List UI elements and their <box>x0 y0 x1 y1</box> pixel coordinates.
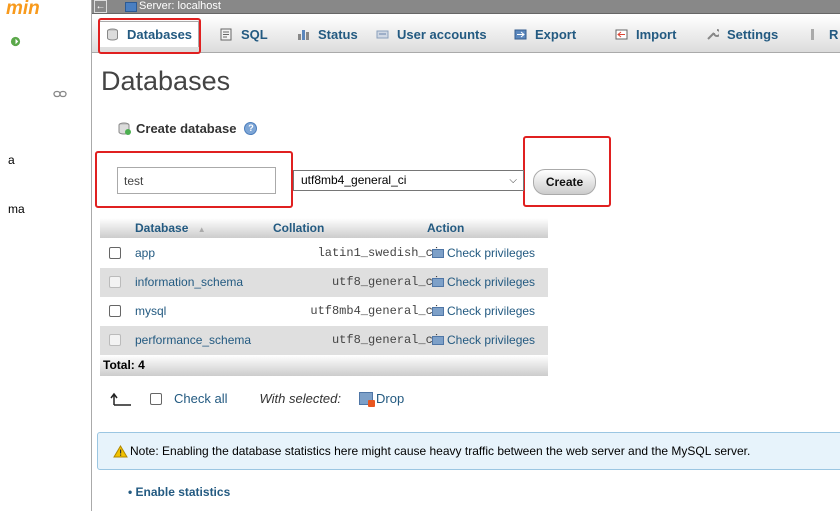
tab-sql[interactable]: SQL <box>220 21 268 47</box>
enable-statistics-link[interactable]: • Enable statistics <box>128 485 230 499</box>
tab-label: SQL <box>241 26 268 42</box>
row-checkbox[interactable] <box>109 247 121 259</box>
bulk-actions: Check all With selected: Drop <box>110 391 404 407</box>
database-name-link[interactable]: mysql <box>135 304 166 318</box>
arrow-up-left-icon <box>110 392 131 406</box>
warning-icon <box>113 444 128 457</box>
check-all-label[interactable]: Check all <box>174 391 227 406</box>
sort-asc-icon: ▲ <box>197 225 206 234</box>
collation-cell: utf8_general_ci <box>331 275 440 289</box>
help-icon[interactable]: ? <box>244 122 258 135</box>
header-action: Action <box>427 221 465 235</box>
tab-label: Import <box>636 26 677 42</box>
logo[interactable]: min <box>6 0 40 20</box>
users-icon <box>376 30 389 38</box>
new-database-icon <box>118 122 131 135</box>
collation-cell: latin1_swedish_ci <box>317 246 440 260</box>
page-title: Databases <box>101 66 231 96</box>
header-collation[interactable]: Collation <box>273 221 324 235</box>
check-privileges-link[interactable]: Check privileges <box>432 304 535 318</box>
create-database-header: Create database ? <box>118 121 258 136</box>
table-total: Total: 4 <box>100 355 548 376</box>
table-row: information_schema utf8_general_ci Check… <box>100 268 548 297</box>
drop-button[interactable]: Drop <box>376 391 404 406</box>
export-icon <box>514 29 527 39</box>
tab-label: Export <box>535 26 577 42</box>
tab-label: User accounts <box>397 26 487 42</box>
tab-label: Databases <box>127 27 193 42</box>
tab-label: R <box>829 26 839 42</box>
privileges-icon <box>432 335 444 345</box>
tab-label: Settings <box>727 26 779 42</box>
tab-label: Status <box>318 26 358 42</box>
status-icon <box>298 29 309 40</box>
link-icon[interactable] <box>53 90 67 98</box>
table-row: performance_schema utf8_general_ci Check… <box>100 326 548 355</box>
create-database-label: Create database <box>136 121 237 136</box>
row-checkbox[interactable] <box>109 276 121 288</box>
table-row: app latin1_swedish_ci Check privileges <box>100 239 548 268</box>
tab-databases[interactable]: Databases <box>99 21 200 47</box>
check-all-checkbox[interactable] <box>150 392 162 405</box>
privileges-icon <box>432 277 444 287</box>
tab-replication[interactable]: R <box>808 21 838 47</box>
collapse-arrow-icon[interactable]: ← <box>94 0 107 13</box>
tab-settings[interactable]: Settings <box>706 21 778 47</box>
statistics-notice: Note: Enabling the database statistics h… <box>97 432 840 470</box>
tab-user-accounts[interactable]: User accounts <box>376 21 487 47</box>
privileges-icon <box>432 306 444 316</box>
left-navigation: min a ma <box>0 0 92 511</box>
table-header: Database ▲ Collation Action <box>100 218 548 238</box>
tab-export[interactable]: Export <box>514 21 576 47</box>
database-name-link[interactable]: information_schema <box>135 275 243 289</box>
check-privileges-link[interactable]: Check privileges <box>432 333 535 347</box>
notice-text: Note: Enabling the database statistics h… <box>130 444 751 458</box>
collation-select-value: utf8mb4_general_ci <box>301 173 407 187</box>
tab-import[interactable]: Import <box>615 21 676 47</box>
with-selected-label: With selected: <box>259 391 341 406</box>
tab-status[interactable]: Status <box>297 21 358 47</box>
collation-select[interactable]: utf8mb4_general_ci ⌵ <box>293 170 524 191</box>
database-icon <box>107 28 118 41</box>
collation-cell: utf8mb4_general_ci <box>310 304 440 318</box>
header-database[interactable]: Database ▲ <box>135 221 206 235</box>
nav-item-partial[interactable]: ma <box>8 202 25 216</box>
table-row: mysql utf8mb4_general_ci Check privilege… <box>100 297 548 326</box>
sql-icon <box>220 28 232 40</box>
drop-icon <box>359 392 375 407</box>
database-name-input[interactable] <box>117 167 276 194</box>
check-privileges-link[interactable]: Check privileges <box>432 246 535 260</box>
nav-item-partial[interactable]: a <box>8 153 15 167</box>
database-name-link[interactable]: performance_schema <box>135 333 251 347</box>
wrench-icon <box>707 28 719 40</box>
import-icon <box>615 29 628 39</box>
chevron-down-icon: ⌵ <box>509 175 517 186</box>
row-checkbox[interactable] <box>109 305 121 317</box>
collation-cell: utf8_general_ci <box>331 333 440 347</box>
main-tab-bar: Databases SQL Status User accounts Expor… <box>92 15 840 53</box>
replication-icon <box>811 28 814 40</box>
database-name-link[interactable]: app <box>135 246 155 260</box>
server-icon <box>125 2 137 12</box>
reload-icon[interactable] <box>10 36 21 47</box>
row-checkbox[interactable] <box>109 334 121 346</box>
privileges-icon <box>432 248 444 258</box>
create-button[interactable]: Create <box>533 169 596 195</box>
server-breadcrumb-bar: ← Server: localhost <box>92 0 840 14</box>
server-breadcrumb[interactable]: Server: localhost <box>139 0 221 13</box>
check-privileges-link[interactable]: Check privileges <box>432 275 535 289</box>
